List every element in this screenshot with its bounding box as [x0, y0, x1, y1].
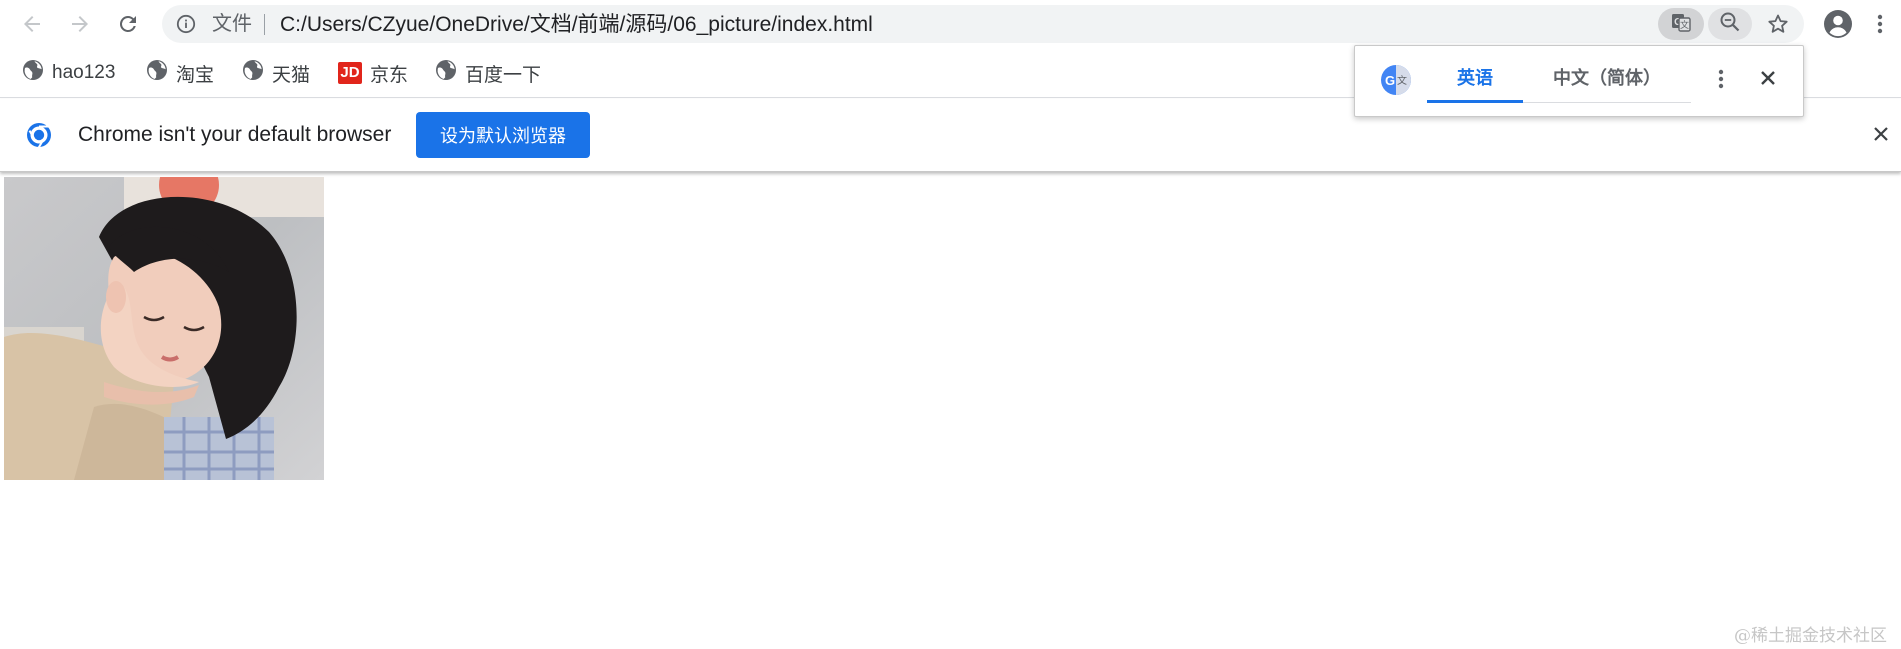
infobar-message: Chrome isn't your default browser	[78, 123, 392, 146]
translate-bubble: G 文 英语 中文（简体）	[1354, 45, 1804, 117]
back-button[interactable]	[14, 6, 50, 42]
profile-button[interactable]	[1820, 6, 1856, 42]
globe-icon	[242, 59, 264, 87]
arrow-left-icon	[20, 12, 44, 36]
bookmark-label: 天猫	[272, 64, 311, 86]
globe-icon	[22, 59, 44, 87]
active-tab-indicator	[1427, 100, 1523, 103]
arrow-right-icon	[68, 12, 92, 36]
reload-icon	[116, 12, 140, 36]
svg-text:文: 文	[1680, 19, 1689, 31]
photo-image	[4, 177, 324, 480]
forward-button[interactable]	[62, 6, 98, 42]
bookmark-taobao[interactable]: 淘宝	[146, 60, 214, 86]
bookmark-baidu[interactable]: 百度一下	[435, 60, 541, 86]
omnibox-divider	[264, 14, 265, 35]
bookmark-label: hao123	[52, 62, 116, 83]
set-default-browser-button[interactable]: 设为默认浏览器	[416, 112, 590, 158]
chrome-logo-icon	[26, 122, 52, 153]
address-bar[interactable]: 文件 C:/Users/CZyue/OneDrive/文档/前端/源码/06_p…	[162, 5, 1804, 43]
bookmark-tmall[interactable]: 天猫	[242, 60, 310, 86]
svg-text:G: G	[1385, 73, 1395, 88]
translate-icon: G 文	[1669, 10, 1693, 39]
menu-button[interactable]	[1862, 6, 1898, 42]
tab-source-language[interactable]: 英语	[1427, 64, 1523, 94]
bookmark-hao123[interactable]: hao123	[22, 60, 115, 86]
zoom-button[interactable]	[1708, 8, 1752, 40]
jd-logo: JD	[338, 62, 362, 84]
star-outline-icon[interactable]	[1766, 12, 1790, 41]
zoom-out-icon	[1719, 11, 1741, 38]
translate-button[interactable]: G 文	[1658, 8, 1704, 40]
picture	[4, 177, 324, 480]
watermark: @稀土掘金技术社区	[1734, 626, 1887, 646]
browser-toolbar: 文件 C:/Users/CZyue/OneDrive/文档/前端/源码/06_p…	[0, 0, 1901, 48]
bookmark-jd[interactable]: JD 京东	[338, 60, 408, 86]
tab-divider	[1523, 102, 1691, 103]
vertical-dots-icon[interactable]	[1717, 67, 1725, 96]
bookmark-label: 淘宝	[176, 64, 215, 86]
account-circle-icon	[1823, 9, 1853, 39]
google-translate-icon: G 文	[1379, 63, 1413, 102]
url-scheme-label: 文件	[212, 13, 252, 35]
globe-icon	[146, 59, 168, 87]
reload-button[interactable]	[110, 6, 146, 42]
close-icon[interactable]	[1872, 125, 1890, 148]
url-text[interactable]: C:/Users/CZyue/OneDrive/文档/前端/源码/06_pict…	[280, 14, 873, 35]
svg-text:文: 文	[1397, 74, 1407, 87]
tab-target-language[interactable]: 中文（简体）	[1523, 64, 1691, 94]
bookmark-label: 京东	[370, 64, 409, 86]
vertical-dots-icon	[1876, 12, 1884, 36]
globe-icon	[435, 59, 457, 87]
bookmark-label: 百度一下	[465, 64, 542, 86]
info-icon[interactable]	[176, 14, 196, 39]
close-icon[interactable]	[1759, 69, 1777, 92]
